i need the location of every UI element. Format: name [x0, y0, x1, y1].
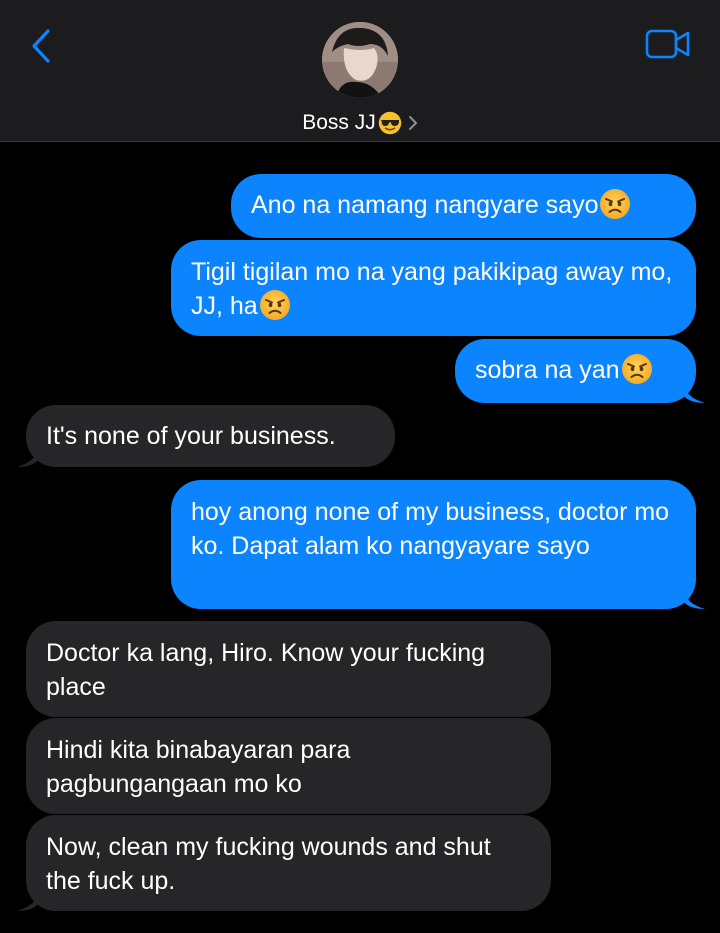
message-text: hoy anong none of my business, doctor mo… [191, 498, 670, 560]
received-message[interactable]: It's none of your business. [17, 405, 395, 467]
received-message[interactable]: Hindi kita binabayaran para pagbungangaa… [26, 718, 551, 814]
message-text: Ano na namang nangyare sayo [251, 191, 599, 219]
sent-message[interactable]: Tigil tigilan mo na yang pakikipag away … [171, 240, 696, 336]
chevron-left-icon [32, 29, 50, 63]
bubble-tail [683, 383, 705, 403]
sunglasses-emoji-icon [378, 111, 402, 135]
video-call-button[interactable] [644, 26, 692, 62]
message-text: It's none of your business. [46, 422, 336, 450]
back-button[interactable] [24, 26, 58, 66]
message-text: Hindi kita binabayaran para pagbungangaa… [46, 736, 351, 798]
bubble-tail [17, 447, 39, 467]
video-camera-icon [645, 29, 690, 59]
sent-message[interactable]: hoy anong none of my business, doctor mo… [171, 480, 705, 609]
contact-name: Boss JJ [302, 111, 376, 134]
message-text: Now, clean my fucking wounds and shut th… [46, 833, 491, 895]
avatar-photo [322, 22, 398, 98]
message-text: sobra na yan [475, 356, 620, 384]
received-message[interactable]: Doctor ka lang, Hiro. Know your fucking … [26, 621, 551, 717]
received-message[interactable]: Now, clean my fucking wounds and shut th… [17, 815, 551, 911]
sent-message[interactable]: Ano na namang nangyare sayo [231, 174, 696, 238]
angry-face-emoji-icon [621, 353, 653, 385]
bubble-tail [17, 891, 39, 911]
bubble-tail [683, 589, 705, 609]
avatar[interactable] [322, 22, 398, 98]
angry-face-emoji-icon [599, 188, 631, 220]
message-text: Doctor ka lang, Hiro. Know your fucking … [46, 639, 486, 701]
chevron-right-icon [408, 115, 418, 131]
conversation-header: Boss JJ [0, 0, 720, 142]
angry-face-emoji-icon [259, 289, 291, 321]
contact-name-button[interactable]: Boss JJ [0, 108, 720, 138]
sent-message[interactable]: sobra na yan [455, 339, 705, 403]
